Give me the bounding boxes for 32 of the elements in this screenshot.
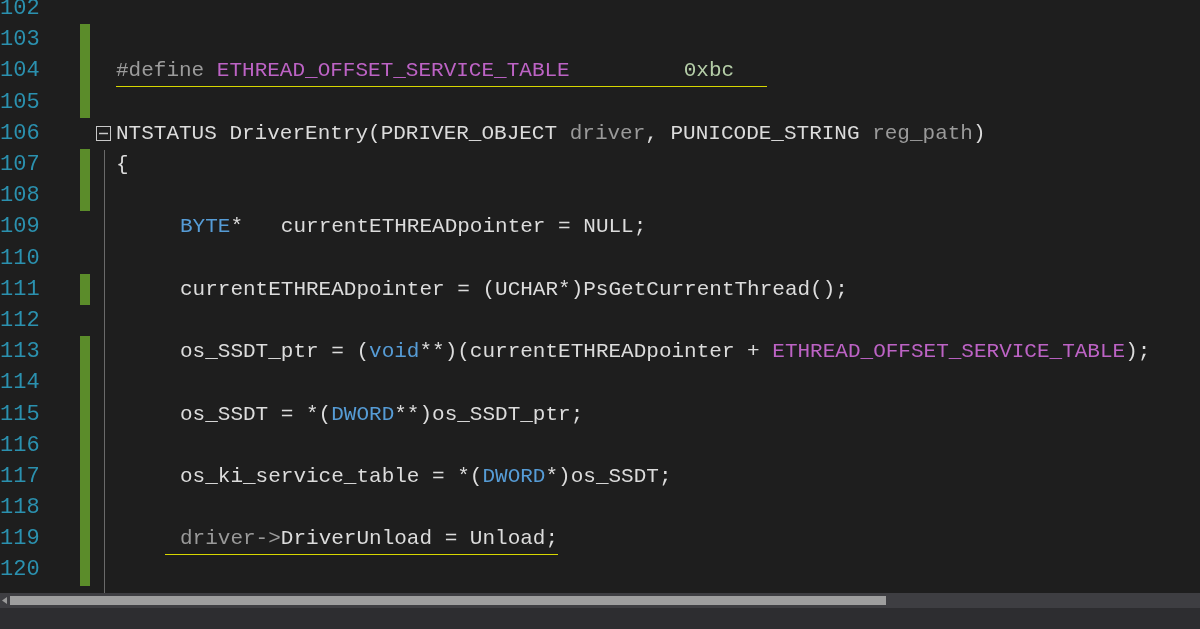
code-line: os_SSDT_ptr = (void**)(currentETHREADpointer + ETHREAD_OFFSET_SERVICE_TABLE); [180,339,1151,366]
horizontal-scrollbar[interactable] [0,593,1200,608]
line-number: 114 [0,369,41,398]
scroll-left-icon[interactable] [2,597,7,604]
code-line: NTSTATUS DriverEntry(PDRIVER_OBJECT driver, PUNICODE_STRING reg_path) [116,120,986,147]
scrollbar-thumb[interactable] [10,596,886,605]
line-number: 115 [0,400,41,429]
code-line: os_SSDT = *(DWORD**)os_SSDT_ptr; [180,401,584,428]
line-number: 120 [0,556,41,585]
line-number: 116 [0,431,41,460]
line-number: 117 [0,462,41,491]
line-number: 110 [0,244,41,273]
line-number: 108 [0,182,41,211]
line-number: 113 [0,338,41,367]
code-line: #define ETHREAD_OFFSET_SERVICE_TABLE 0xbc [116,54,768,87]
code-line: { [116,152,129,179]
line-number: 111 [0,275,41,304]
code-line: BYTE* currentETHREADpointer = NULL; [180,214,647,241]
line-number: 104 [0,57,41,86]
line-number: 103 [0,26,41,55]
line-number: 119 [0,525,41,554]
line-number: 112 [0,306,41,335]
collapse-icon[interactable] [95,125,111,141]
line-number: 107 [0,151,41,180]
code-line: os_ki_service_table = *(DWORD*)os_SSDT; [180,463,672,490]
line-number: 109 [0,213,41,242]
code-line: currentETHREADpointer = (UCHAR*)PsGetCurrentThread(); [180,276,848,303]
line-number: 105 [0,88,41,117]
line-number: 118 [0,494,41,523]
line-number: 102 [0,0,41,24]
code-line: driver->DriverUnload = Unload; [165,522,559,555]
line-number: 106 [0,119,41,148]
